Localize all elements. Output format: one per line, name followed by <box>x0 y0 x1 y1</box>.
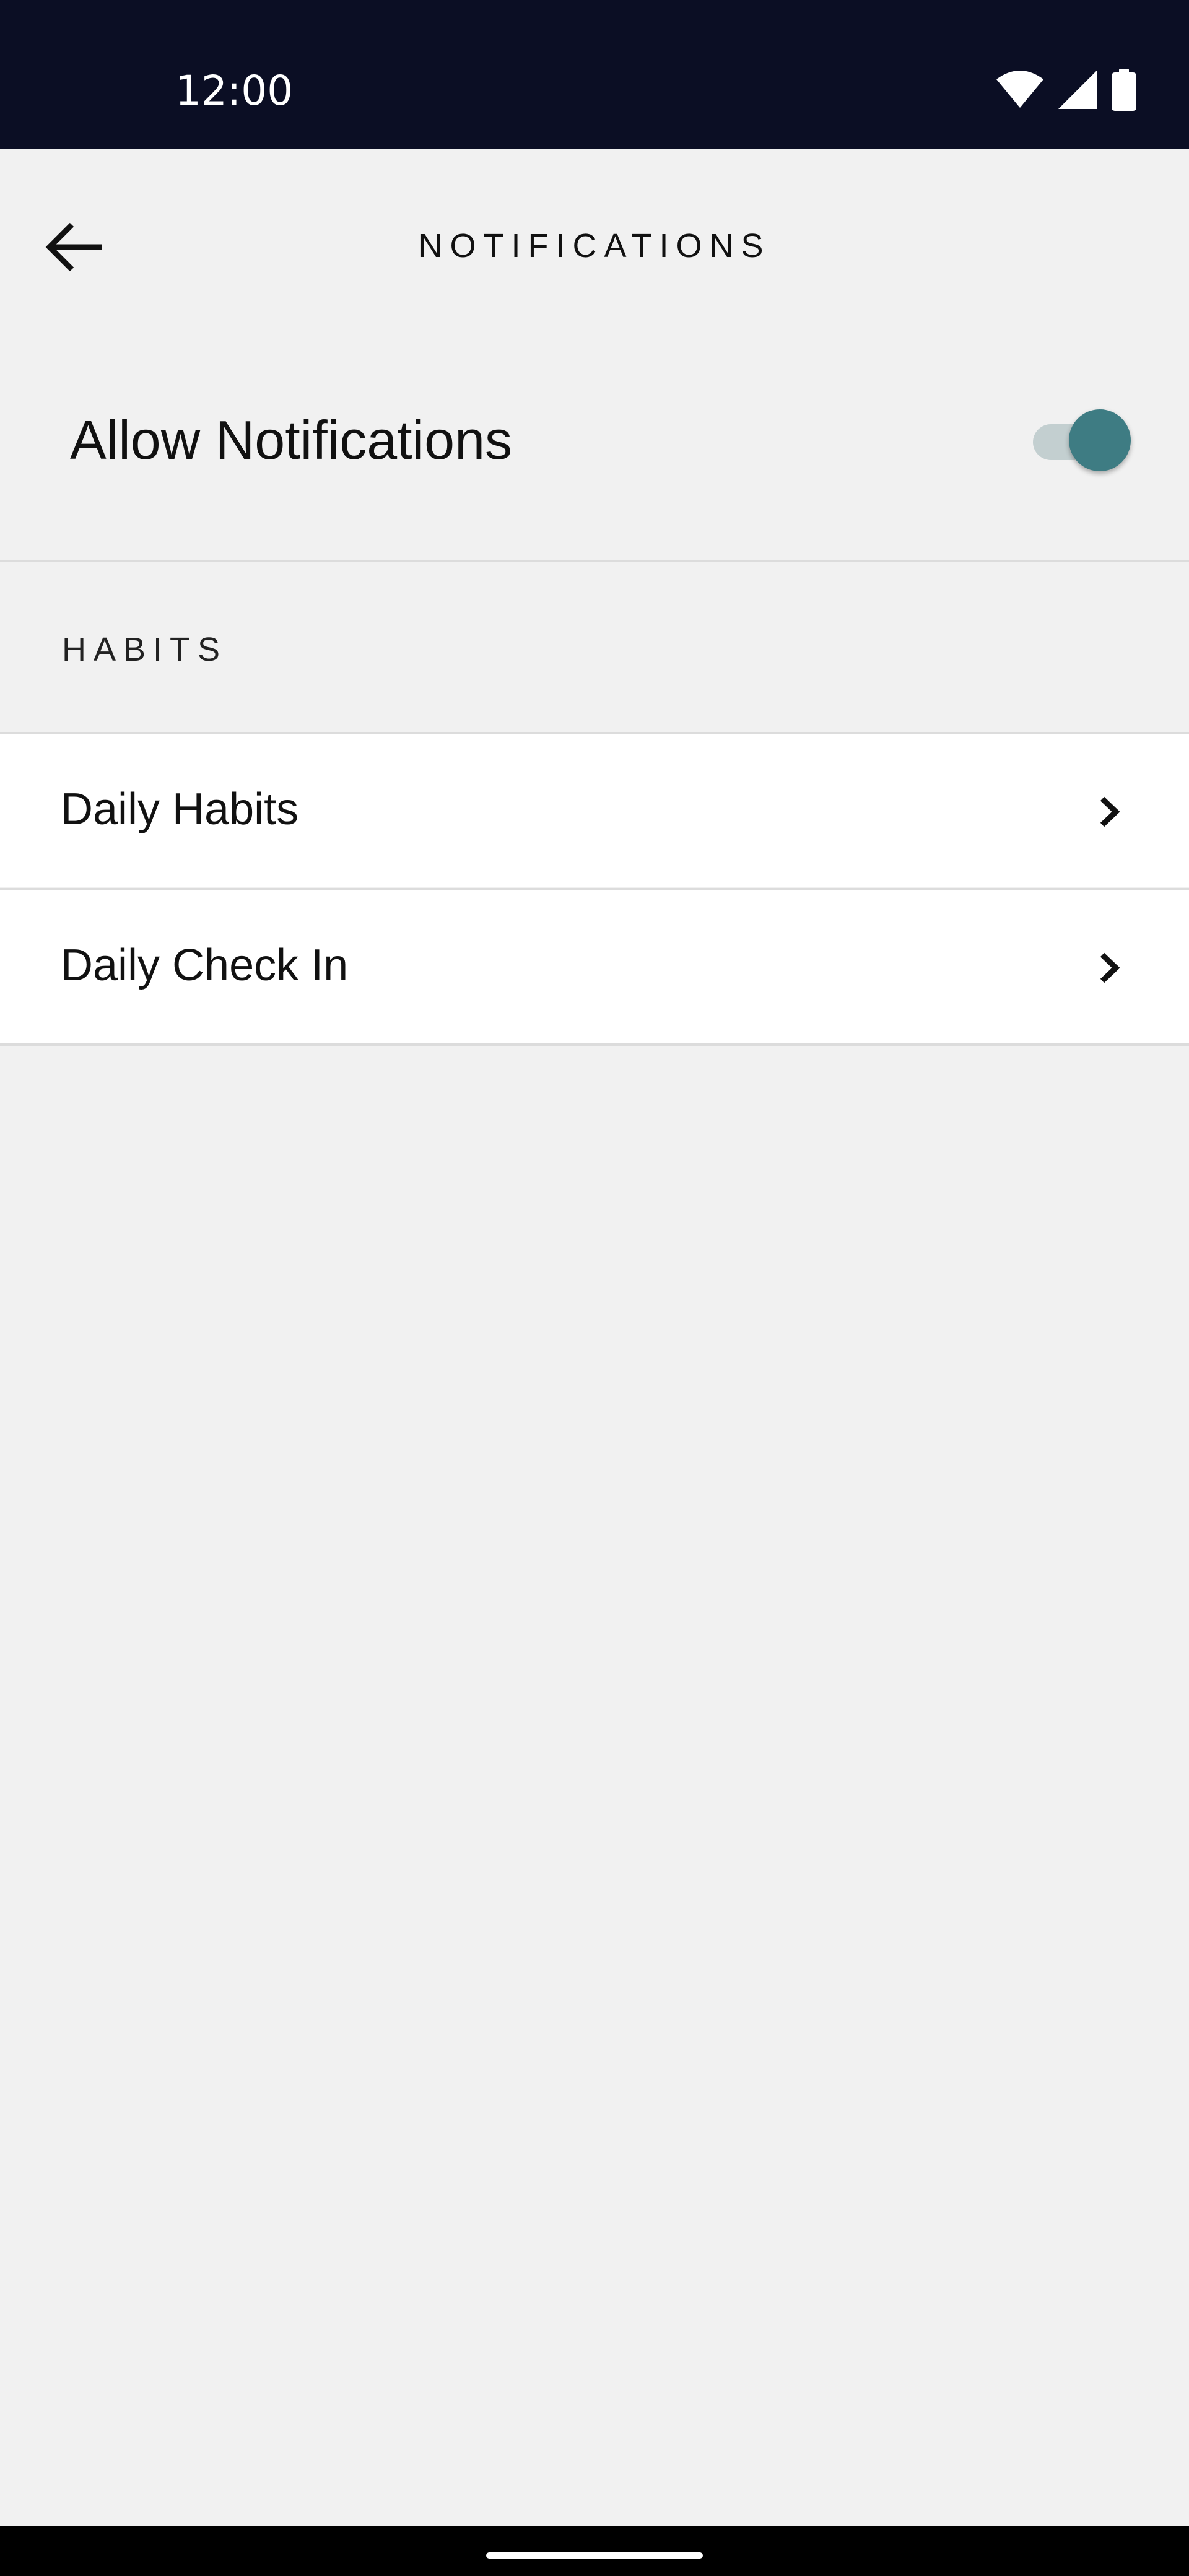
list-item-daily-habits[interactable]: Daily Habits <box>0 734 1189 887</box>
status-time: 12:00 <box>175 67 294 115</box>
list-item-label: Daily Habits <box>61 785 299 834</box>
toggle-thumb <box>1069 409 1131 471</box>
allow-notifications-toggle[interactable] <box>1033 404 1132 472</box>
chevron-right-icon <box>1100 796 1120 827</box>
home-indicator[interactable] <box>486 2552 703 2559</box>
battery-icon <box>1112 69 1136 111</box>
divider <box>0 560 1189 562</box>
page-title: NOTIFICATIONS <box>418 227 771 264</box>
allow-notifications-row: Allow Notifications <box>0 359 1189 560</box>
list-item-daily-check-in[interactable]: Daily Check In <box>0 890 1189 1043</box>
app-bar: NOTIFICATIONS <box>0 149 1189 341</box>
navigation-bar <box>0 2526 1189 2576</box>
status-icons <box>996 69 1136 111</box>
wifi-icon <box>996 71 1043 108</box>
allow-notifications-label: Allow Notifications <box>70 409 513 471</box>
chevron-right-icon <box>1100 952 1120 983</box>
list-item-label: Daily Check In <box>61 941 349 990</box>
divider <box>0 1043 1189 1046</box>
cellular-signal-icon <box>1058 71 1097 109</box>
status-bar: 12:00 <box>0 0 1189 149</box>
section-header-habits: HABITS <box>62 631 228 668</box>
